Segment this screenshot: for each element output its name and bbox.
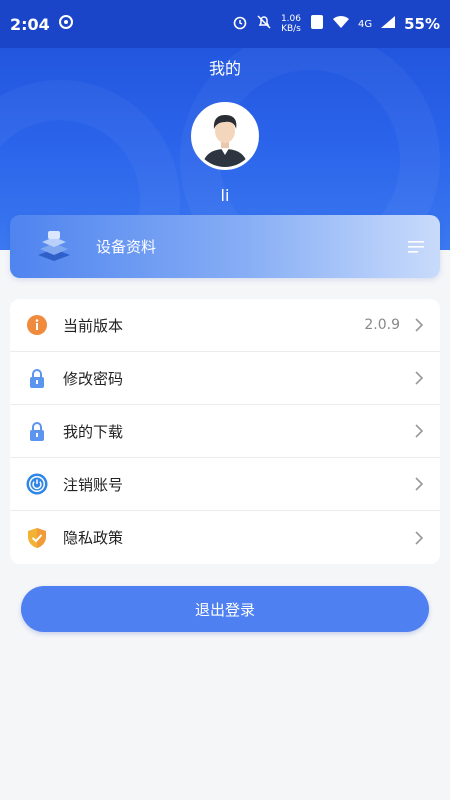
signal-icon <box>380 15 396 33</box>
alarm-icon <box>232 14 248 34</box>
chevron-right-icon <box>415 424 424 438</box>
status-time: 2:04 <box>10 14 50 34</box>
user-avatar-icon <box>194 105 256 167</box>
menu-label: 我的下载 <box>63 422 124 441</box>
menu-label: 当前版本 <box>63 316 124 335</box>
nfc-icon <box>310 14 324 34</box>
lock-icon <box>30 422 44 441</box>
device-info-label: 设备资料 <box>96 238 157 256</box>
menu-label: 修改密码 <box>63 369 124 388</box>
info-icon <box>27 315 47 335</box>
device-info-card[interactable]: 设备资料 <box>10 215 440 278</box>
lock-icon <box>30 369 44 388</box>
avatar[interactable] <box>191 102 259 170</box>
username: li <box>220 186 230 205</box>
net-speed: 1.06 KB/s <box>280 14 301 34</box>
wifi-icon <box>332 15 350 33</box>
menu-label: 隐私政策 <box>63 529 124 547</box>
chevron-right-icon <box>415 371 424 385</box>
menu-item-version[interactable]: 当前版本 2.0.9 <box>10 299 440 352</box>
chevron-right-icon <box>415 318 424 332</box>
power-icon <box>26 473 48 495</box>
shield-check-icon <box>28 527 46 548</box>
logout-button[interactable]: 退出登录 <box>21 586 429 632</box>
device-stack-icon <box>38 230 70 261</box>
page-title: 我的 <box>208 59 241 78</box>
mute-icon <box>256 14 272 34</box>
status-icons: 1.06 KB/s 4G 55% <box>232 14 440 34</box>
menu-item-change-password[interactable]: 修改密码 <box>10 352 440 405</box>
menu-label: 注销账号 <box>63 475 124 494</box>
menu-item-cancel-account[interactable]: 注销账号 <box>10 458 440 511</box>
status-bar: 2:04 1.06 KB/s 4G 55% <box>0 0 450 48</box>
menu-item-my-downloads[interactable]: 我的下载 <box>10 405 440 458</box>
battery-level: 55% <box>404 15 440 33</box>
app-notification-icon <box>58 14 74 34</box>
settings-menu: 当前版本 2.0.9 修改密码 我的下载 注销账号 隐私政策 <box>10 299 440 564</box>
menu-item-privacy-policy[interactable]: 隐私政策 <box>10 511 440 564</box>
chevron-right-icon <box>415 477 424 491</box>
list-menu-icon <box>408 240 424 253</box>
network-type: 4G <box>357 18 373 30</box>
version-value: 2.0.9 <box>364 317 400 333</box>
chevron-right-icon <box>415 530 424 545</box>
